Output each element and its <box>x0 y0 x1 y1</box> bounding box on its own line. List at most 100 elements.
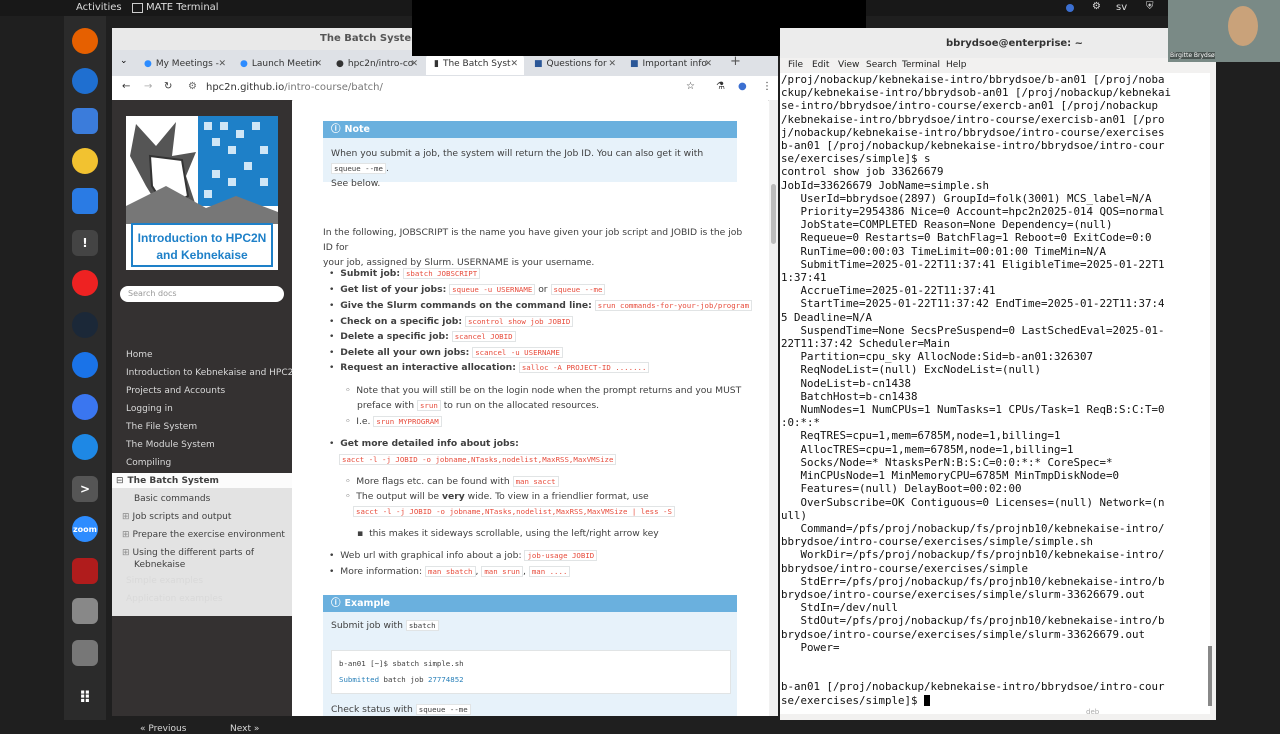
tab-close-icon[interactable]: ✕ <box>218 59 226 69</box>
help-icon[interactable] <box>72 270 98 296</box>
expand-icon[interactable]: ⊞ <box>122 512 130 522</box>
forward-icon[interactable]: → <box>144 81 152 92</box>
terminal-line: StdErr=/pfs/proj/nobackup/fs/projnb10/ke… <box>781 574 1165 588</box>
nav-using-parts-line2[interactable]: Kebnekaise <box>134 560 185 570</box>
lab-icon[interactable]: ⚗ <box>716 81 725 92</box>
tab-my-meetings[interactable]: ● My Meetings - ✕ <box>136 53 232 75</box>
search-docs-input[interactable]: Search docs <box>120 286 284 302</box>
nav-projects-accounts[interactable]: Projects and Accounts <box>126 386 225 396</box>
rhythmbox-icon[interactable] <box>72 148 98 174</box>
terminal-line: ReqNodeList=(null) ExcNodeList=(null) <box>781 363 1042 377</box>
word-favicon-icon: ■ <box>534 59 543 69</box>
code-inline: sacct -l -j JOBID -o jobname,NTasks,node… <box>353 506 675 517</box>
site-info-icon[interactable]: ⚙ <box>188 81 197 92</box>
nav-application-examples[interactable]: Application examples <box>126 594 223 604</box>
user-menu-label[interactable]: sv <box>1116 2 1127 13</box>
tab-important-info[interactable]: ■ Important info ✕ <box>622 53 718 75</box>
list-item: • More information: man sbatch, man srun… <box>329 566 571 577</box>
url-field[interactable]: hpc2n.github.io/intro-course/batch/ <box>206 82 383 93</box>
terminal-line: se/exercises/simple]$ s <box>781 152 931 166</box>
menu-terminal[interactable]: Terminal <box>902 60 940 70</box>
tab-close-icon[interactable]: ✕ <box>510 59 518 69</box>
nav-job-scripts[interactable]: ⊞ Job scripts and output <box>122 512 231 522</box>
terminal-line: 22T11:37:42 Scheduler=Main <box>781 337 951 351</box>
terminal-scrollbar[interactable] <box>1208 646 1212 706</box>
tab-batch-system[interactable]: ▮ The Batch Syst ✕ <box>426 53 524 75</box>
terminal-line: StdOut=/pfs/proj/nobackup/fs/projnb10/ke… <box>781 614 1165 628</box>
collapse-icon[interactable]: ⊟ <box>116 476 124 486</box>
list-item: ◦ More flags etc. can be found with man … <box>345 476 559 487</box>
active-app-label[interactable]: MATE Terminal <box>146 2 219 13</box>
terminal-line: Command=/pfs/proj/nobackup/fs/projnb10/k… <box>781 521 1165 535</box>
nav-intro-kebnekaise[interactable]: Introduction to Kebnekaise and HPC2N <box>126 368 300 378</box>
network-icon[interactable] <box>72 434 98 460</box>
nav-using-parts[interactable]: ⊞ Using the different parts of <box>122 548 254 558</box>
tab-close-icon[interactable]: ✕ <box>704 59 712 69</box>
back-icon[interactable]: ← <box>122 81 130 92</box>
nav-basic-commands[interactable]: Basic commands <box>134 494 210 504</box>
activities-button[interactable]: Activities <box>76 2 122 13</box>
thunderbird-icon[interactable] <box>72 68 98 94</box>
participant-name: Birgitte Brydsø <box>1170 52 1215 59</box>
tab-close-icon[interactable]: ✕ <box>314 59 322 69</box>
filezilla-icon[interactable] <box>72 558 98 584</box>
next-link[interactable]: Next » <box>230 724 259 734</box>
files-icon[interactable] <box>72 108 98 134</box>
chrome-icon[interactable] <box>72 352 98 378</box>
expand-icon[interactable]: ⊞ <box>122 548 130 558</box>
moose-logo-icon: Introduction to HPC2N and Kebnekaise <box>126 116 278 270</box>
expand-icon[interactable]: ⊞ <box>122 530 130 540</box>
apps-grid-icon[interactable]: ⠿ <box>72 684 98 710</box>
nav-compiling[interactable]: Compiling <box>126 458 171 468</box>
terminal-output[interactable]: /proj/nobackup/kebnekaise-intro/bbrydsoe… <box>780 73 1210 714</box>
bookmark-icon[interactable]: ☆ <box>686 81 695 92</box>
disk-icon[interactable] <box>72 598 98 624</box>
nav-logging-in[interactable]: Logging in <box>126 404 173 414</box>
dock: ! > zoom ⠿ <box>64 16 106 720</box>
tab-launch-meeting[interactable]: ● Launch Meetin ✕ <box>232 53 328 75</box>
menu-help[interactable]: Help <box>946 60 967 70</box>
info-icon: ⓘ <box>331 124 341 135</box>
tab-close-icon[interactable]: ✕ <box>608 59 616 69</box>
tab-list-icon[interactable]: ⌄ <box>120 56 128 66</box>
logo-subtitle: and Kebnekaise <box>156 248 248 262</box>
menu-edit[interactable]: Edit <box>812 60 829 70</box>
firefox-icon[interactable] <box>72 28 98 54</box>
nav-simple-examples[interactable]: Simple examples <box>126 576 203 586</box>
course-logo[interactable]: Introduction to HPC2N and Kebnekaise <box>126 116 278 270</box>
nav-module-system[interactable]: The Module System <box>126 440 215 450</box>
tab-questions[interactable]: ■ Questions for ✕ <box>526 53 622 75</box>
scroll-thumb[interactable] <box>771 184 776 244</box>
example-check-text: Check status with squeue --me <box>331 704 471 715</box>
terminal-line: bbrydsoe/intro-course/exercises/simple/s… <box>781 535 1094 549</box>
terminal-line: ull) <box>781 508 808 522</box>
nav-file-system[interactable]: The File System <box>126 422 197 432</box>
code-inline: sacct -l -j JOBID -o jobname,NTasks,node… <box>339 454 617 465</box>
steam-icon[interactable] <box>72 312 98 338</box>
menu-view[interactable]: View <box>838 60 859 70</box>
writer-icon[interactable] <box>72 188 98 214</box>
signal-icon[interactable] <box>72 394 98 420</box>
tab-github[interactable]: ● hpc2n/intro-co ✕ <box>328 53 424 75</box>
menu-icon[interactable]: ⋮ <box>762 81 772 92</box>
shield-tray-icon[interactable]: ⛨ <box>1146 1 1154 12</box>
terminal-line: AllocTRES=cpu=1,mem=6785M,node=1,billing… <box>781 442 1074 456</box>
zoom-icon[interactable]: zoom <box>72 516 98 542</box>
nav-prepare-env[interactable]: ⊞ Prepare the exercise environment <box>122 530 285 540</box>
reload-icon[interactable]: ↻ <box>164 81 172 92</box>
previous-link[interactable]: « Previous <box>140 724 186 734</box>
trash-icon[interactable] <box>72 640 98 666</box>
menu-search[interactable]: Search <box>866 60 897 70</box>
nav-batch-system[interactable]: ⊟ The Batch System <box>112 473 292 489</box>
profile-icon[interactable]: ● <box>738 81 747 92</box>
nav-home[interactable]: Home <box>126 350 153 360</box>
new-tab-icon[interactable]: + <box>730 54 741 69</box>
tab-close-icon[interactable]: ✕ <box>410 59 418 69</box>
menu-file[interactable]: File <box>788 60 803 70</box>
settings-tray-icon[interactable]: ⚙ <box>1092 1 1101 12</box>
zoom-tray-icon[interactable] <box>1066 4 1074 12</box>
terminal-icon[interactable]: ! <box>72 230 98 256</box>
next-icon[interactable]: > <box>72 476 98 502</box>
page-scrollbar[interactable] <box>769 100 778 716</box>
